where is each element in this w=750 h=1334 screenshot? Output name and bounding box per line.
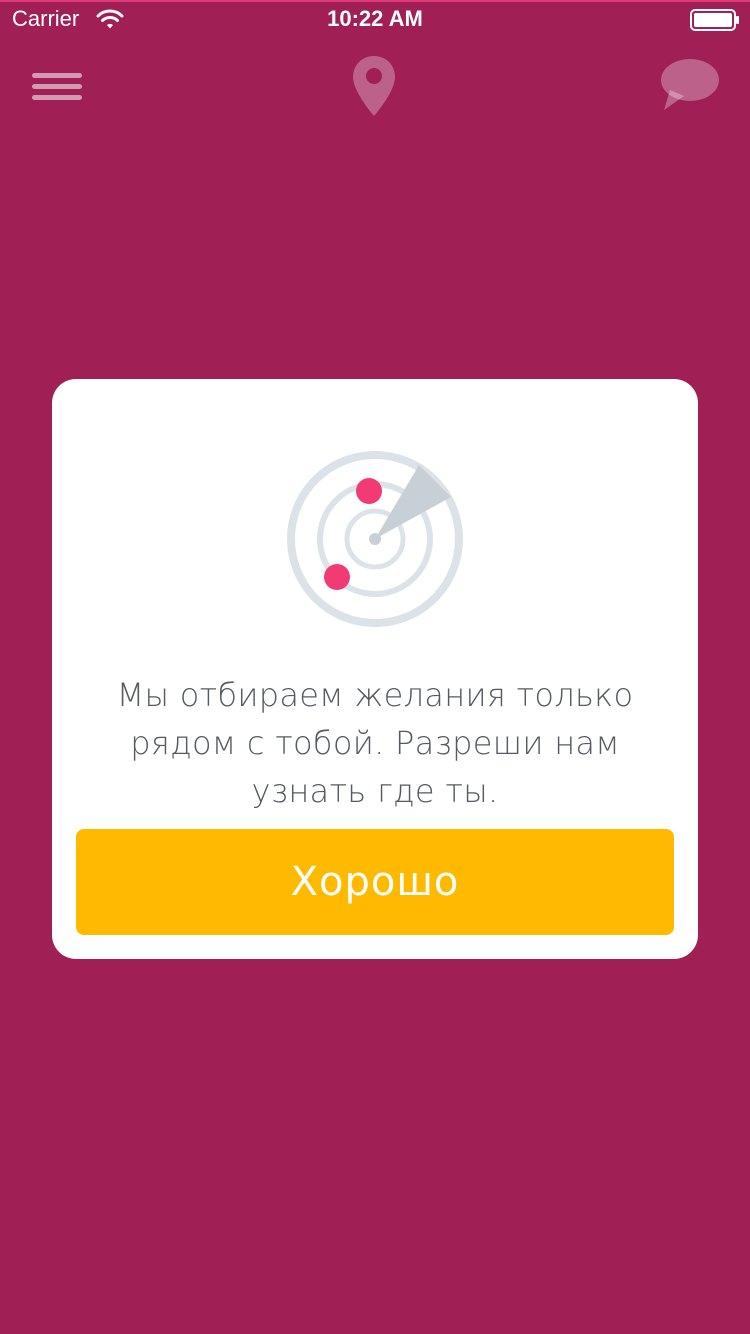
status-bar: Carrier 10:22 AM bbox=[0, 0, 750, 40]
permission-message: Мы отбираем желания только рядом с тобой… bbox=[116, 676, 634, 810]
hamburger-menu-icon[interactable] bbox=[30, 70, 84, 100]
radar-icon bbox=[287, 451, 463, 627]
navigation-bar bbox=[0, 40, 750, 140]
status-time: 10:22 AM bbox=[327, 6, 423, 31]
location-permission-dialog: Мы отбираем желания только рядом с тобой… bbox=[52, 379, 698, 959]
app-screen: Carrier 10:22 AM Мы отбираем желания тол… bbox=[0, 0, 750, 1334]
ok-button[interactable]: Хорошо bbox=[76, 829, 674, 935]
chat-bubble-icon[interactable] bbox=[656, 58, 722, 114]
location-pin-icon[interactable] bbox=[350, 54, 398, 118]
battery-icon bbox=[690, 9, 739, 31]
